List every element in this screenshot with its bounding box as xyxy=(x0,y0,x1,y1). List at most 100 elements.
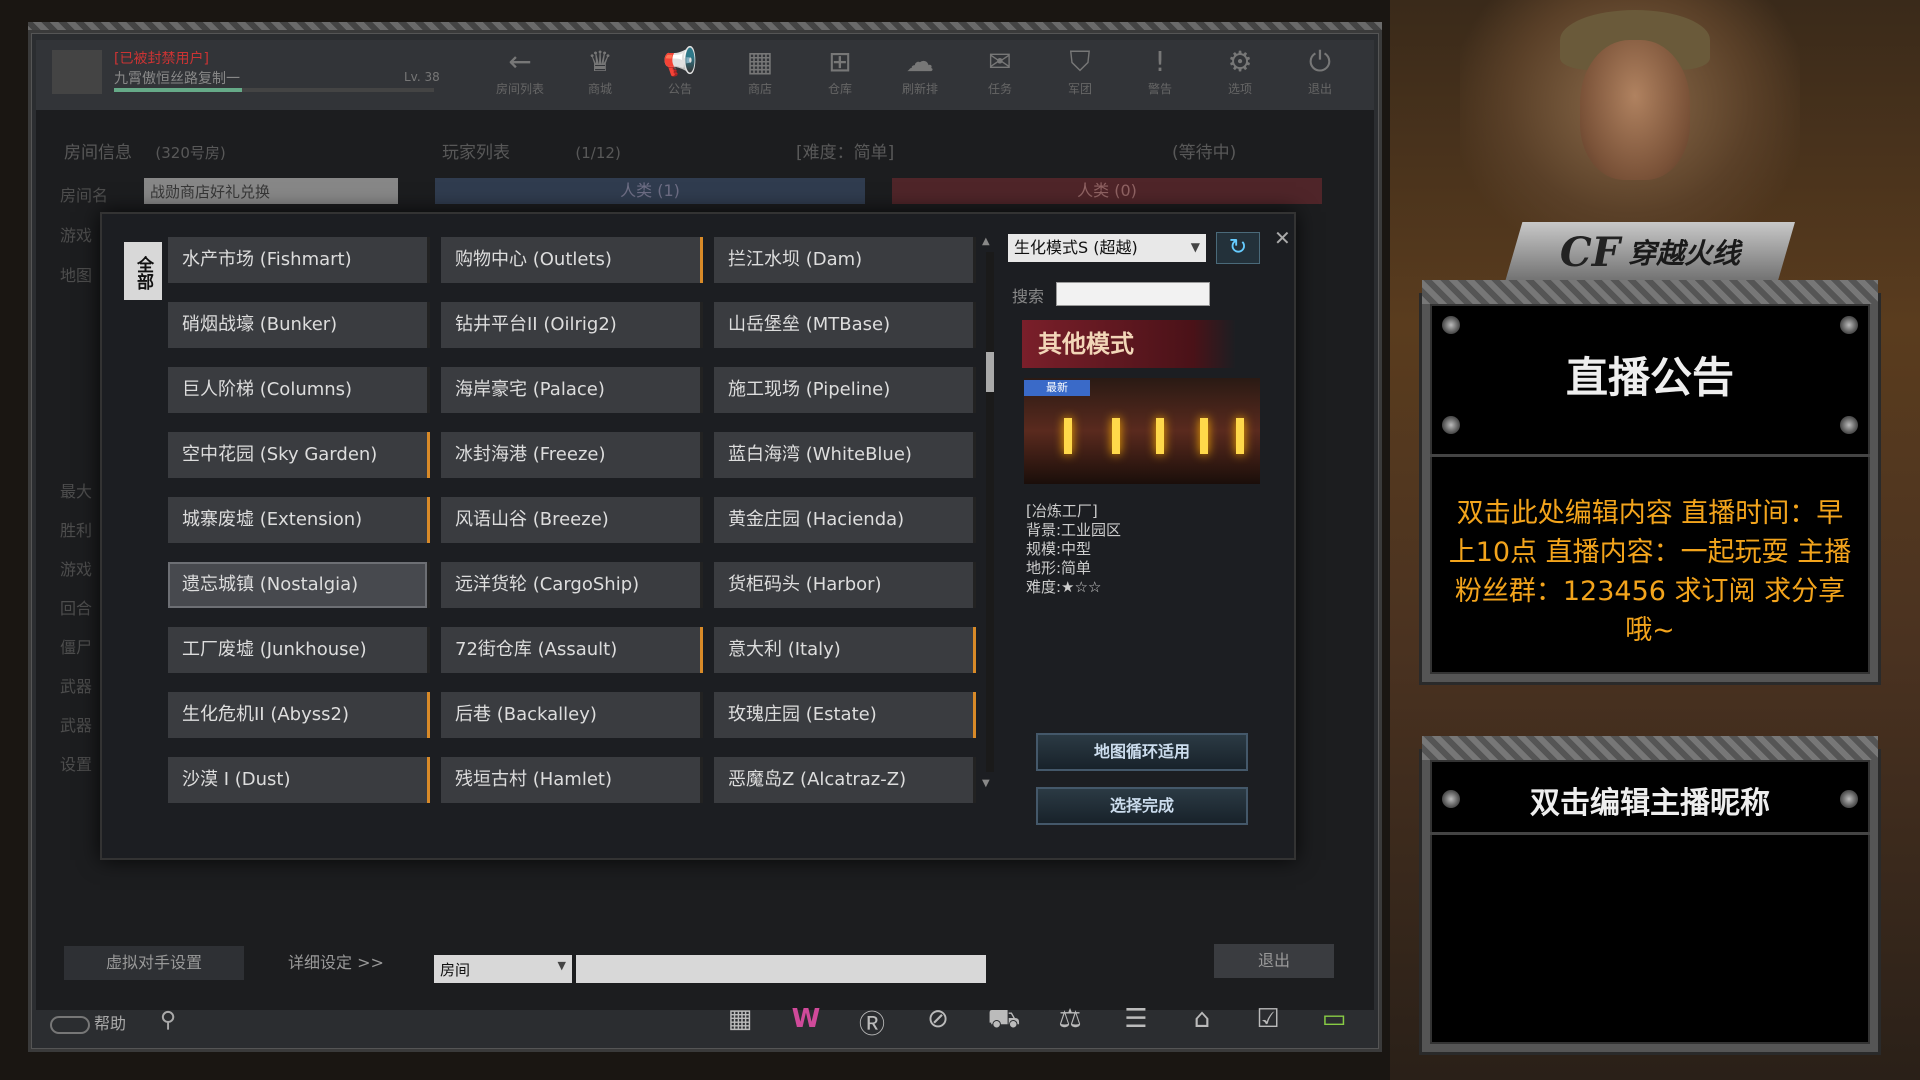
nav-item[interactable]: ⚙ 选项 xyxy=(1200,44,1280,104)
refresh-icon: ↻ xyxy=(1228,235,1248,260)
map-option[interactable]: 72街仓库 (Assault) xyxy=(441,627,703,673)
player-subtitle: 九霄傲恒丝路复制一 xyxy=(114,71,240,87)
scale-icon[interactable]: ⚖ xyxy=(1050,1004,1090,1041)
map-option[interactable]: 购物中心 (Outlets) xyxy=(441,237,703,283)
map-info-line: 背景:工业园区 xyxy=(1026,521,1122,539)
details-button[interactable]: 详细设定 >> xyxy=(276,946,396,980)
map-option[interactable]: 货柜码头 (Harbor) xyxy=(714,562,976,608)
announcement-panel[interactable]: 直播公告 双击此处编辑内容 直播时间：早上10点 直播内容：一起玩耍 主播粉丝群… xyxy=(1422,280,1878,682)
map-option[interactable]: 远洋货轮 (CargoShip) xyxy=(441,562,703,608)
cart-icon[interactable]: ⛟ xyxy=(984,1004,1024,1041)
bolt-icon xyxy=(1840,416,1858,434)
map-option[interactable]: 钻井平台II (Oilrig2) xyxy=(441,302,703,348)
map-option[interactable]: 施工现场 (Pipeline) xyxy=(714,367,976,413)
announcement-body[interactable]: 双击此处编辑内容 直播时间：早上10点 直播内容：一起玩耍 主播粉丝群：1234… xyxy=(1444,494,1856,650)
map-option[interactable]: 水产市场 (Fishmart) xyxy=(168,237,430,283)
player-info: [已被封禁用户] 九霄傲恒丝路复制一 Lv. 38 xyxy=(44,46,444,102)
nav-label: 商店 xyxy=(747,82,772,96)
avatar xyxy=(52,50,102,94)
map-option[interactable]: 后巷 (Backalley) xyxy=(441,692,703,738)
nav-item[interactable]: ! 警告 xyxy=(1120,44,1200,104)
nav-item[interactable]: ♛ 商城 xyxy=(560,44,640,104)
help-toggle[interactable]: 帮助 xyxy=(50,1010,126,1034)
refresh-button[interactable]: ↻ xyxy=(1216,232,1260,264)
bolt-icon xyxy=(1442,416,1460,434)
select-done-button[interactable]: 选择完成 xyxy=(1036,787,1248,825)
nav-icon: ← xyxy=(508,45,532,78)
bottom-toolbar: ▦ W Ⓡ ⊘ ⛟ ⚖ ☰ ⌂ ☑ ▭ xyxy=(720,1004,1354,1041)
nav-icon: ✉ xyxy=(988,45,1012,78)
map-option[interactable]: 硝烟战壕 (Bunker) xyxy=(168,302,430,348)
scroll-thumb[interactable] xyxy=(986,352,994,392)
player-name: [已被封禁用户] xyxy=(114,51,209,67)
map-option[interactable]: 意大利 (Italy) xyxy=(714,627,976,673)
search-input[interactable] xyxy=(1056,282,1210,306)
nickname-title[interactable]: 双击编辑主播昵称 xyxy=(1430,778,1870,822)
map-option[interactable]: 沙漠 I (Dust) xyxy=(168,757,430,803)
bolt-icon xyxy=(1442,316,1460,334)
nav-item[interactable]: ← 房间列表 xyxy=(480,44,560,104)
close-button[interactable]: ✕ xyxy=(1274,226,1291,250)
map-option[interactable]: 山岳堡垒 (MTBase) xyxy=(714,302,976,348)
nav-item[interactable]: ✉ 任务 xyxy=(960,44,1040,104)
battery-icon[interactable]: ▭ xyxy=(1314,1004,1354,1041)
xp-bar xyxy=(114,88,434,92)
w-logo-icon[interactable]: W xyxy=(786,1004,826,1041)
map-option[interactable]: 蓝白海湾 (WhiteBlue) xyxy=(714,432,976,478)
map-option[interactable]: 风语山谷 (Breeze) xyxy=(441,497,703,543)
checklist-icon[interactable]: ☑ xyxy=(1248,1004,1288,1041)
map-option[interactable]: 海岸豪宅 (Palace) xyxy=(441,367,703,413)
tab-all[interactable]: 全部 xyxy=(124,242,162,300)
map-option[interactable]: 工厂废墟 (Junkhouse) xyxy=(168,627,430,673)
bolt-icon xyxy=(1840,316,1858,334)
map-option[interactable]: 生化危机II (Abyss2) xyxy=(168,692,430,738)
map-option[interactable]: 空中花园 (Sky Garden) xyxy=(168,432,430,478)
nav-icon: ⏻ xyxy=(1308,45,1332,78)
nav-label: 房间列表 xyxy=(495,82,544,96)
nav-icon: ! xyxy=(1154,45,1166,78)
home-icon[interactable]: ⌂ xyxy=(1182,1004,1222,1041)
nav-item[interactable]: ☁ 刷新排 xyxy=(880,44,960,104)
map-description: [冶炼工厂] 背景:工业园区 规模:中型 地形:简单 难度:★☆☆ xyxy=(1026,502,1121,597)
mode-dropdown[interactable]: 生化模式S (超越) ▼ xyxy=(1008,234,1206,262)
map-option[interactable]: 遗忘城镇 (Nostalgia) xyxy=(168,562,430,608)
map-option[interactable]: 拦江水坝 (Dam) xyxy=(714,237,976,283)
chat-input[interactable] xyxy=(576,955,986,983)
map-loop-button[interactable]: 地图循环适用 xyxy=(1036,733,1248,771)
announcement-title: 直播公告 xyxy=(1565,353,1734,402)
nickname-panel[interactable]: 双击编辑主播昵称 xyxy=(1422,736,1878,1052)
nav-item[interactable]: ⊞ 仓库 xyxy=(800,44,880,104)
player-level: Lv. 38 xyxy=(404,70,440,84)
nav-label: 军团 xyxy=(1067,82,1092,96)
search-icon[interactable]: ⚲ xyxy=(160,1008,176,1033)
bot-settings-button[interactable]: 虚拟对手设置 xyxy=(64,946,244,980)
nav-item[interactable]: ⛉ 军团 xyxy=(1040,44,1120,104)
map-option[interactable]: 城寨废墟 (Extension) xyxy=(168,497,430,543)
nav-label: 刷新排 xyxy=(901,82,938,96)
map-option[interactable]: 玫瑰庄园 (Estate) xyxy=(714,692,976,738)
new-badge: 最新 xyxy=(1024,380,1090,396)
chat-channel-select[interactable]: 房间 ▼ xyxy=(434,955,572,983)
nav-label: 警告 xyxy=(1147,82,1172,96)
scroll-down-icon[interactable]: ▼ xyxy=(982,778,990,789)
map-option[interactable]: 黄金庄园 (Hacienda) xyxy=(714,497,976,543)
map-list-scrollbar[interactable] xyxy=(986,252,994,772)
nav-item[interactable]: ▦ 商店 xyxy=(720,44,800,104)
crossfire-logo: CF 穿越火线 xyxy=(1505,222,1795,282)
calendar-icon[interactable]: ▦ xyxy=(720,1004,760,1041)
nav-icon: ☁ xyxy=(906,45,934,78)
nav-item[interactable]: ⏻ 退出 xyxy=(1280,44,1360,104)
nav-label: 商城 xyxy=(587,82,612,96)
mode-banner: 其他模式 xyxy=(1022,320,1236,368)
map-option[interactable]: 残垣古村 (Hamlet) xyxy=(441,757,703,803)
compass-icon[interactable]: ⊘ xyxy=(918,1004,958,1041)
runner-icon[interactable]: Ⓡ xyxy=(852,1004,892,1041)
map-option[interactable]: 冰封海港 (Freeze) xyxy=(441,432,703,478)
scroll-up-icon[interactable]: ▲ xyxy=(982,236,990,247)
map-option[interactable]: 恶魔岛Z (Alcatraz-Z) xyxy=(714,757,976,803)
list-icon[interactable]: ☰ xyxy=(1116,1004,1156,1041)
top-nav: ← 房间列表 ♛ 商城 📢 公告 ▦ 商店 ⊞ 仓库 ☁ 刷新排 ✉ 任务 ⛉ 军团! 警告 ⚙ 选项 ⏻ 退出 xyxy=(480,44,1360,104)
leave-button[interactable]: 退出 xyxy=(1214,944,1334,978)
nav-item[interactable]: 📢 公告 xyxy=(640,44,720,104)
map-option[interactable]: 巨人阶梯 (Columns) xyxy=(168,367,430,413)
